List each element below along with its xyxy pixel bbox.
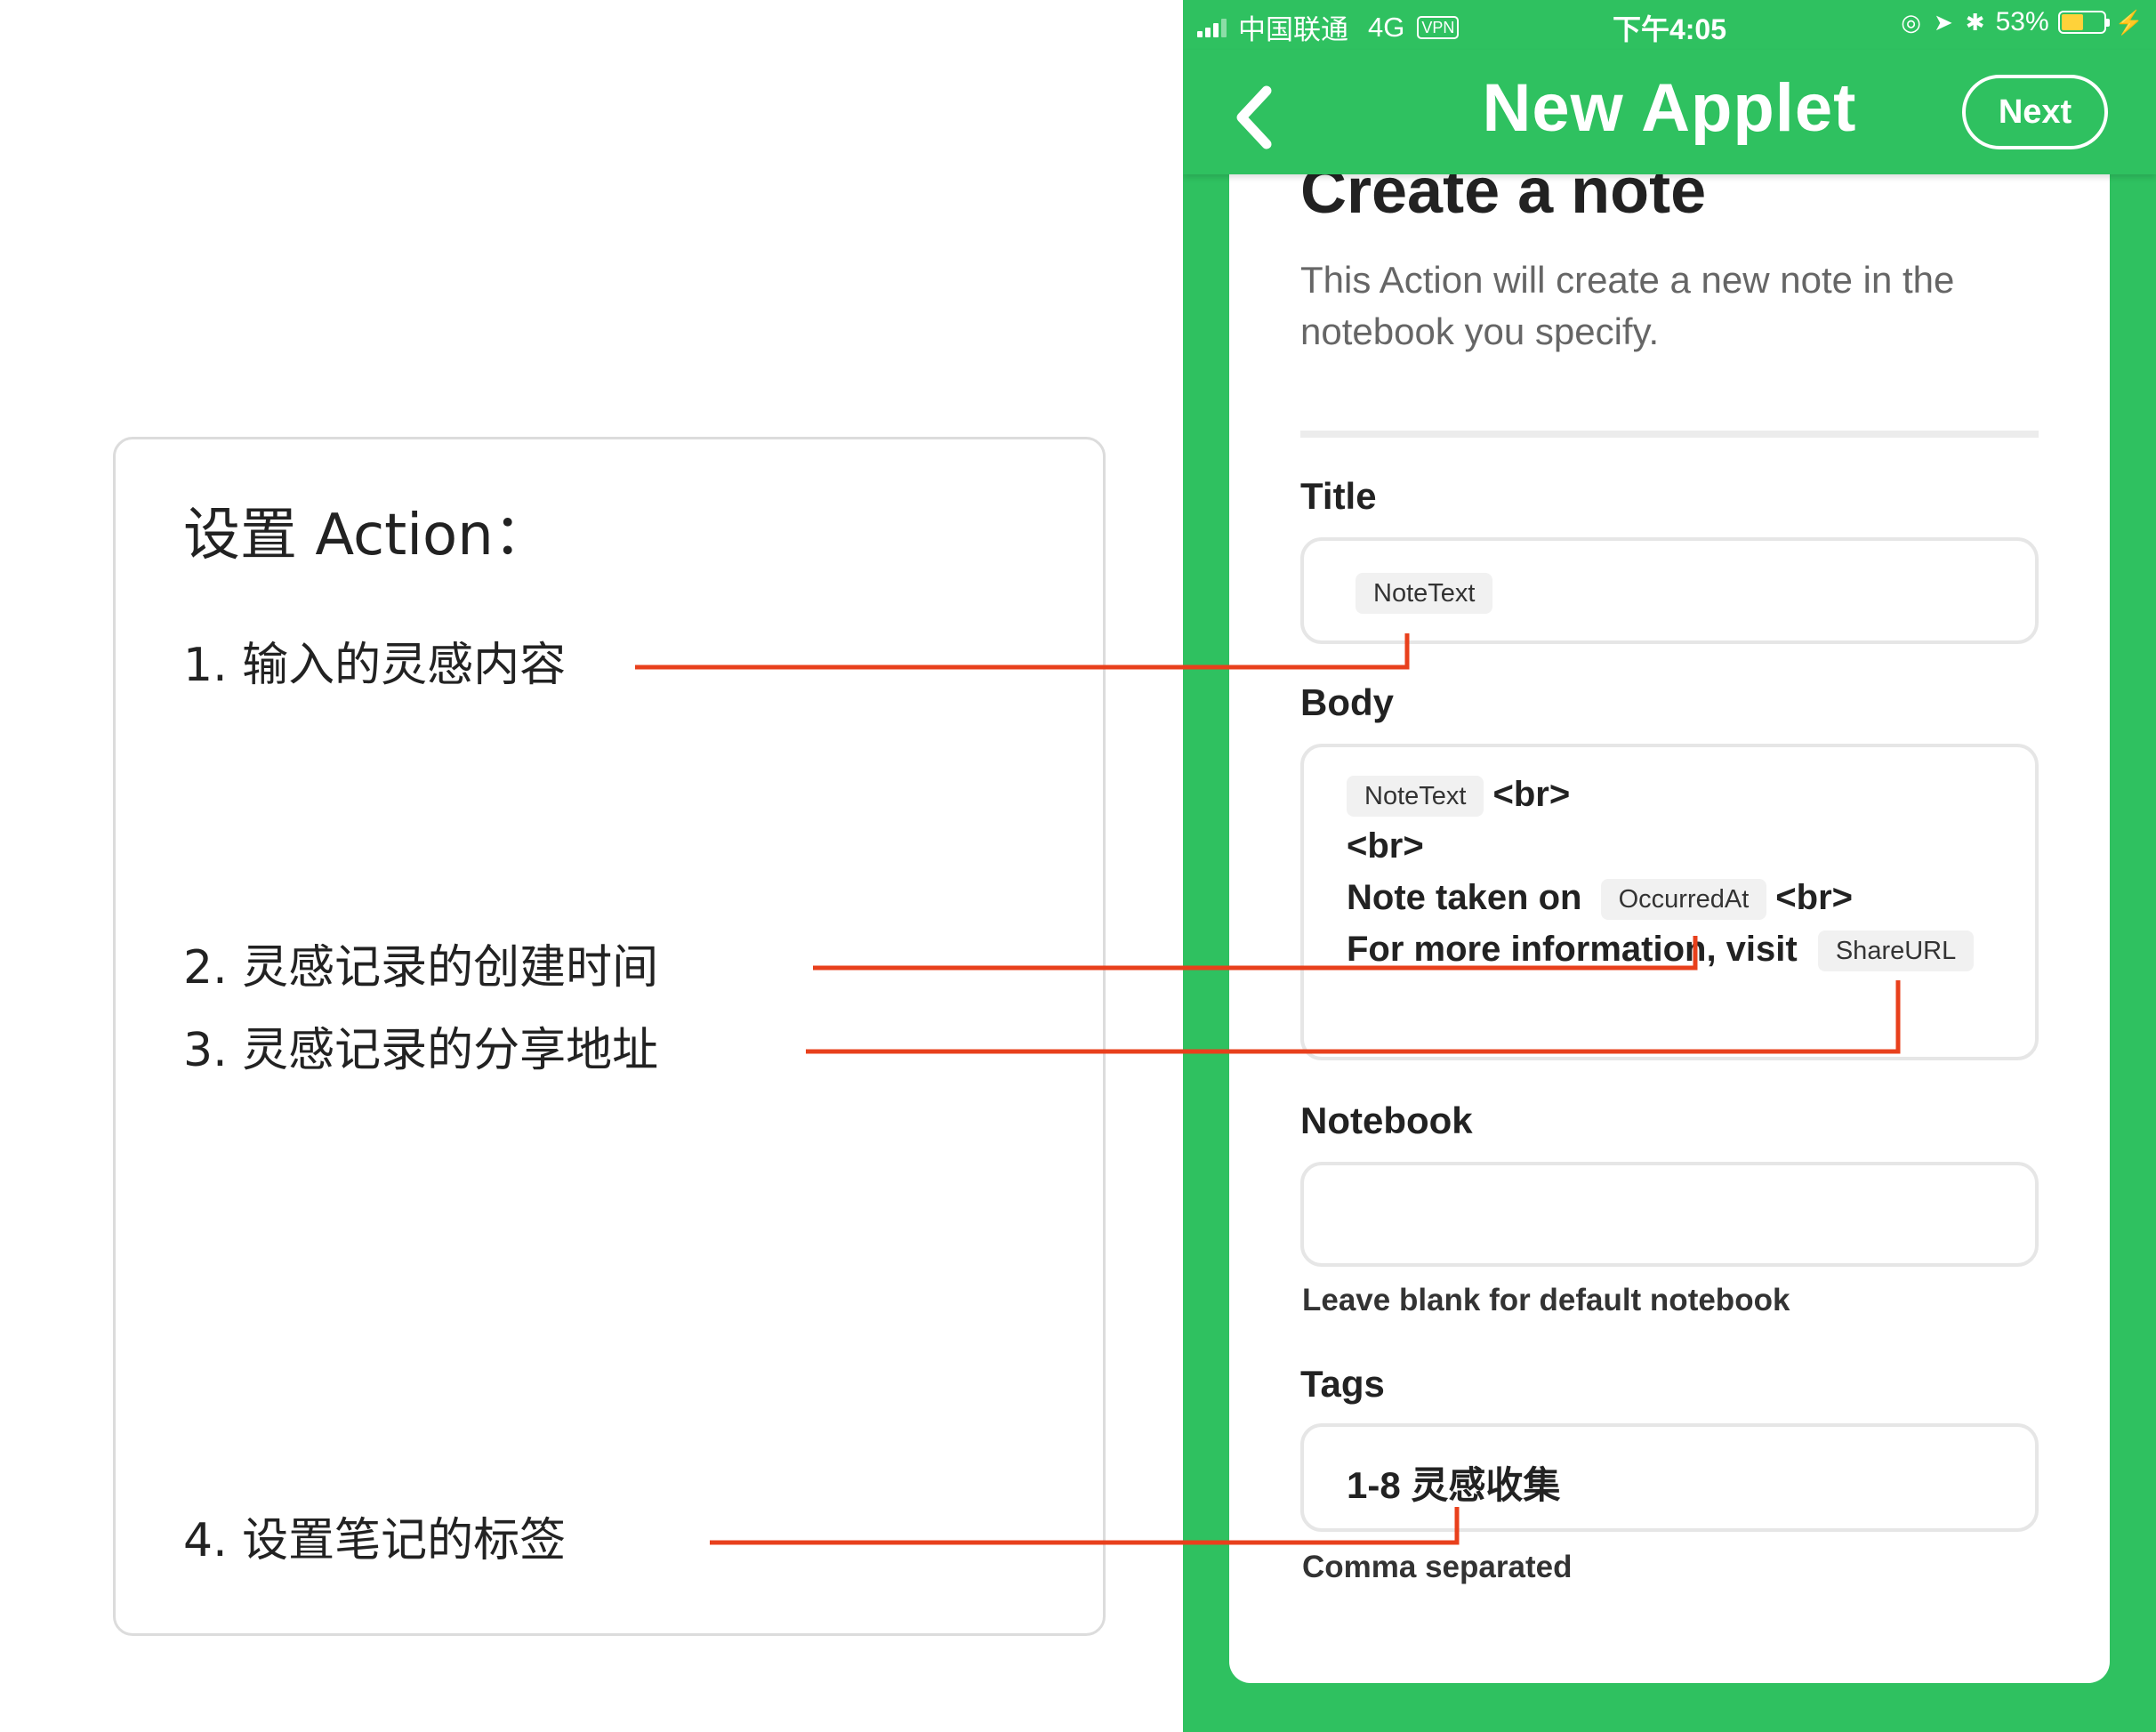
action-description: This Action will create a new note in th… xyxy=(1300,259,1955,352)
tags-label: Tags xyxy=(1300,1363,1385,1405)
br-token: <br> xyxy=(1347,826,1424,866)
charging-icon: ⚡ xyxy=(2114,8,2144,36)
title-label: Title xyxy=(1300,475,1377,517)
title-field[interactable]: NoteText xyxy=(1300,537,2039,644)
title-ingredient-notetext[interactable]: NoteText xyxy=(1356,573,1493,614)
status-right: ◎ ➤ ✱ 53% ⚡ xyxy=(1888,7,2144,37)
annotation-item-1: 1. 输入的灵感内容 xyxy=(183,639,567,692)
more-info-text: For more information, visit xyxy=(1347,930,1798,969)
battery-percent: 53% xyxy=(1995,7,2049,36)
body-ingredient-shareurl[interactable]: ShareURL xyxy=(1817,930,1975,972)
br-token: <br> xyxy=(1775,878,1853,917)
body-ingredient-occurredat[interactable]: OccurredAt xyxy=(1600,879,1767,921)
divider xyxy=(1300,431,2039,438)
battery-icon xyxy=(2057,11,2110,34)
notebook-label: Notebook xyxy=(1300,1100,1473,1141)
tags-value: 1-8 灵感收集 xyxy=(1347,1464,1561,1506)
annotation-item-3: 3. 灵感记录的分享地址 xyxy=(183,1024,659,1077)
annotation-heading: 设置 Action： xyxy=(183,503,551,568)
bluetooth-icon: ✱ xyxy=(1965,8,1985,36)
tags-helper: Comma separated xyxy=(1302,1550,1573,1584)
nav-bar: New Applet Next xyxy=(1183,50,2156,174)
body-ingredient-notetext[interactable]: NoteText xyxy=(1347,776,1484,818)
tags-field[interactable]: 1-8 灵感收集 xyxy=(1300,1423,2039,1532)
br-token: <br> xyxy=(1492,775,1571,814)
next-button[interactable]: Next xyxy=(1962,75,2108,149)
annotation-item-2: 2. 灵感记录的创建时间 xyxy=(183,941,659,995)
status-bar: 中国联通 4G VPN 下午4:05 ◎ ➤ ✱ 53% ⚡ xyxy=(1183,0,2156,50)
notebook-field[interactable] xyxy=(1300,1162,2039,1267)
location-icon: ➤ xyxy=(1933,8,1953,36)
note-taken-on-text: Note taken on xyxy=(1347,878,1582,917)
battery-level xyxy=(2061,14,2083,30)
body-content[interactable]: NoteText <br> <br> Note taken on Occurred… xyxy=(1347,769,2023,975)
body-label: Body xyxy=(1300,681,1394,723)
notebook-helper: Leave blank for default notebook xyxy=(1302,1283,1790,1317)
annotation-item-4: 4. 设置笔记的标签 xyxy=(183,1514,567,1567)
body-field[interactable]: NoteText <br> <br> Note taken on Occurred… xyxy=(1300,744,2039,1060)
orientation-lock-icon: ◎ xyxy=(1901,8,1921,36)
